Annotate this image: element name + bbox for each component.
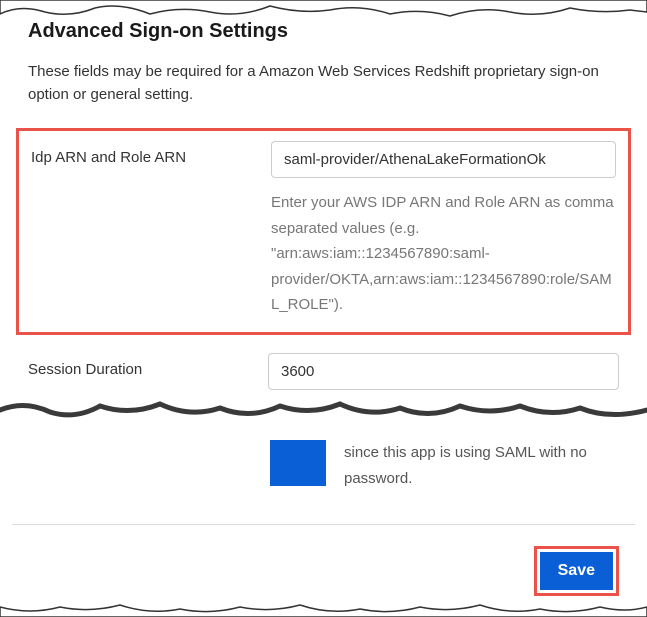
session-duration-row: Session Duration bbox=[28, 353, 619, 400]
idp-arn-label: Idp ARN and Role ARN bbox=[31, 141, 251, 166]
advanced-signon-section: Advanced Sign-on Settings These fields m… bbox=[0, 0, 647, 410]
idp-arn-highlight: Idp ARN and Role ARN Enter your AWS IDP … bbox=[16, 128, 631, 335]
save-button[interactable]: Save bbox=[540, 552, 613, 590]
session-duration-field-wrap bbox=[268, 353, 619, 390]
idp-arn-field-wrap: Enter your AWS IDP ARN and Role ARN as c… bbox=[271, 141, 616, 318]
idp-arn-input[interactable] bbox=[271, 141, 616, 178]
save-highlight: Save bbox=[534, 546, 619, 596]
session-duration-input[interactable] bbox=[268, 353, 619, 390]
saml-note-row: since this app is using SAML with no pas… bbox=[270, 440, 619, 491]
idp-arn-help: Enter your AWS IDP ARN and Role ARN as c… bbox=[271, 190, 616, 318]
footer-divider bbox=[12, 524, 635, 525]
torn-edge-bottom bbox=[0, 603, 647, 617]
idp-arn-row: Idp ARN and Role ARN Enter your AWS IDP … bbox=[31, 141, 616, 318]
section-description: These fields may be required for a Amazo… bbox=[28, 61, 619, 106]
footer-actions: Save bbox=[12, 546, 635, 596]
torn-edge-middle bbox=[0, 398, 647, 422]
torn-edge-top bbox=[0, 0, 647, 18]
blue-indicator-icon bbox=[270, 440, 326, 486]
section-heading: Advanced Sign-on Settings bbox=[28, 20, 619, 43]
session-duration-label: Session Duration bbox=[28, 353, 248, 378]
saml-note-text: since this app is using SAML with no pas… bbox=[344, 440, 619, 491]
